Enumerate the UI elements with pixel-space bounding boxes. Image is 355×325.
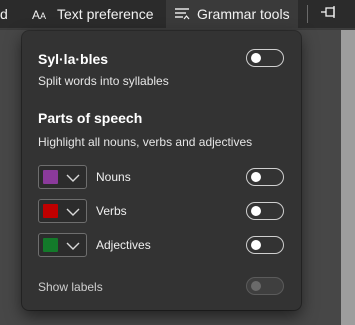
grammar-tools-flyout: Syl·la·bles Split words into syllables P… xyxy=(22,31,301,310)
adjectives-color-swatch xyxy=(43,238,58,252)
adjectives-toggle[interactable] xyxy=(246,236,284,254)
parts-of-speech-description: Highlight all nouns, verbs and adjective… xyxy=(38,135,253,149)
chevron-down-icon xyxy=(66,239,80,257)
verbs-label: Verbs xyxy=(96,204,127,218)
toolbar-partial-label: d xyxy=(0,6,8,22)
toggle-knob xyxy=(251,281,261,291)
syllables-title: Syl·la·bles xyxy=(38,51,109,67)
nouns-toggle[interactable] xyxy=(246,168,284,186)
show-labels-toggle[interactable] xyxy=(246,277,284,295)
nouns-color-picker[interactable] xyxy=(38,165,87,189)
syllables-toggle[interactable] xyxy=(246,49,284,67)
syllables-description: Split words into syllables xyxy=(38,74,169,88)
toolbar-divider xyxy=(307,5,308,23)
parts-of-speech-title: Parts of speech xyxy=(38,110,143,126)
grammar-tools-button[interactable]: Grammar tools xyxy=(166,0,298,28)
toolbar-item-partial[interactable]: d xyxy=(0,0,8,28)
adjectives-label: Adjectives xyxy=(96,238,151,252)
toggle-knob xyxy=(251,206,261,216)
immersive-reader-toolbar: d A A Text preference Grammar tools xyxy=(0,0,355,29)
svg-text:A: A xyxy=(40,11,46,21)
text-size-icon: A A xyxy=(32,7,50,21)
show-labels-label: Show labels xyxy=(38,280,103,294)
toggle-knob xyxy=(251,53,261,63)
toggle-knob xyxy=(251,172,261,182)
chevron-down-icon xyxy=(66,205,80,223)
grammar-lines-icon xyxy=(174,7,190,21)
chevron-down-icon xyxy=(66,171,80,189)
verbs-color-picker[interactable] xyxy=(38,199,87,223)
toggle-knob xyxy=(251,240,261,250)
pin-button[interactable] xyxy=(320,0,338,28)
text-preference-button[interactable]: A A Text preference xyxy=(32,0,154,28)
nouns-label: Nouns xyxy=(96,170,131,184)
verbs-color-swatch xyxy=(43,204,58,218)
nouns-color-swatch xyxy=(43,170,58,184)
verbs-toggle[interactable] xyxy=(246,202,284,220)
document-page-edge xyxy=(341,30,355,325)
adjectives-color-picker[interactable] xyxy=(38,233,87,257)
grammar-tools-label: Grammar tools xyxy=(197,6,290,22)
pin-icon xyxy=(320,5,338,24)
svg-text:A: A xyxy=(32,8,40,21)
text-preference-label: Text preference xyxy=(57,6,154,22)
